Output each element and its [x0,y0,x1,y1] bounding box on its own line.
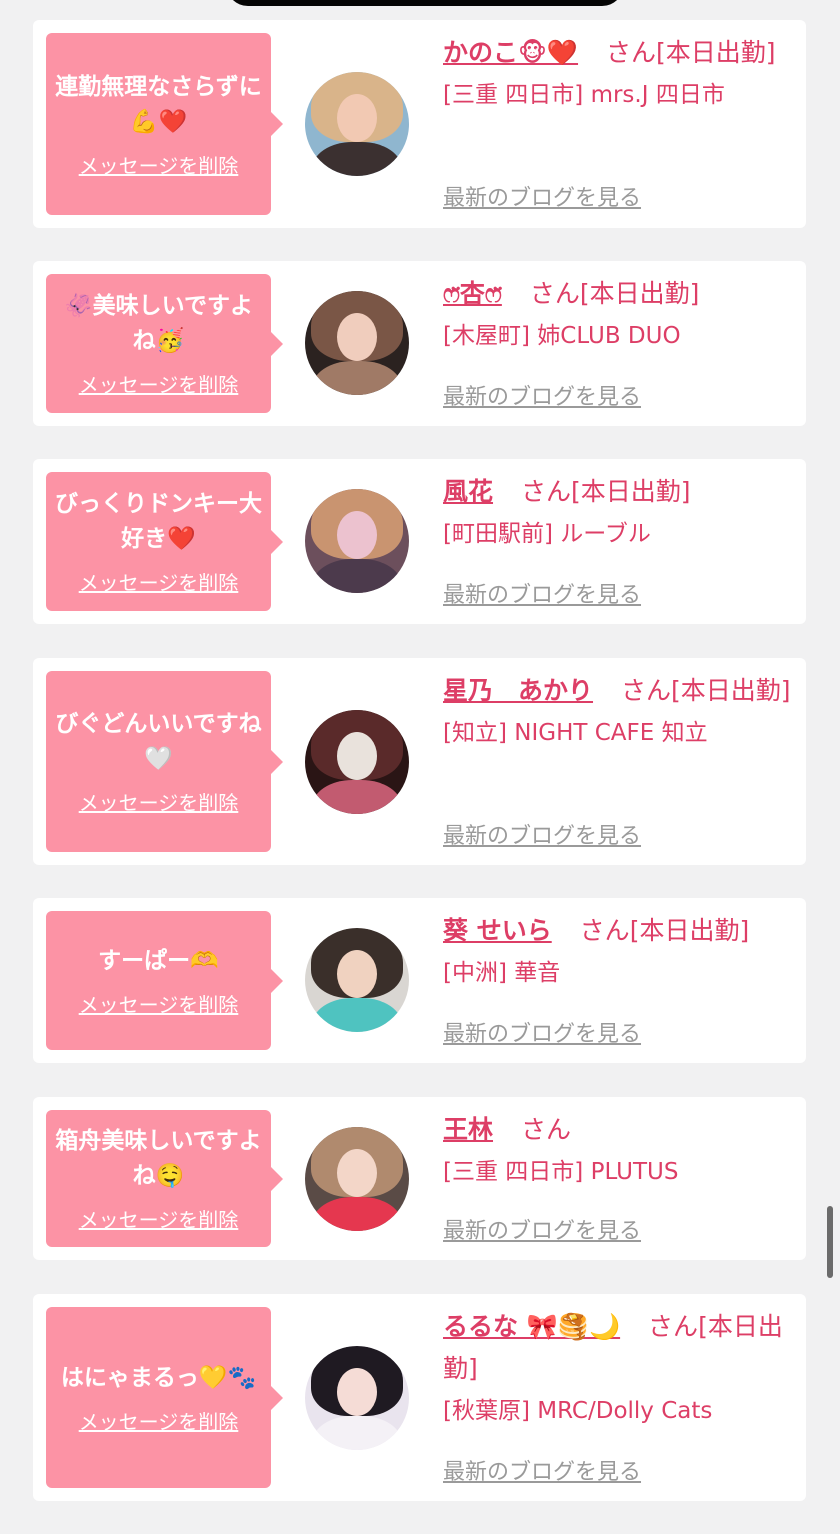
shop-label: [三重 四日市] mrs.J 四日市 [443,82,725,108]
cast-info: 星乃 あかり さん[本日出勤] [知立] NIGHT CAFE 知立 [443,670,795,754]
latest-blog-link[interactable]: 最新のブログを見る [443,180,641,212]
avatar-photo-teal-shirt[interactable] [305,928,409,1032]
delete-message-link[interactable]: メッセージを削除 [79,989,239,1018]
message-bubble: びぐどんいいですね🤍 メッセージを削除 [46,671,283,852]
work-status: [本日出勤] [629,916,750,945]
message-bubble: はにゃまるっ💛🐾 メッセージを削除 [46,1307,283,1488]
cast-info: 葵 せいら さん[本日出勤] [中洲] 華音 [443,910,795,994]
delete-message-link[interactable]: メッセージを削除 [79,1204,239,1233]
avatar-photo-apple[interactable] [305,1127,409,1231]
latest-blog-link[interactable]: 最新のブログを見る [443,577,641,609]
avatar-photo-heart-sticker-face[interactable] [305,291,409,395]
work-status: [本日出勤] [579,279,700,308]
san-suffix: さん [520,477,571,506]
latest-blog-link[interactable]: 最新のブログを見る [443,1016,641,1048]
cast-name-line: かのこ🐵❤️ さん[本日出勤] [443,32,795,74]
avatar-photo-gloved-hands[interactable] [305,710,409,814]
shop-label: [木屋町] 姉CLUB DUO [443,323,681,349]
message-text: すーぱー🫶 [98,947,219,974]
message-text: はにゃまるっ💛🐾 [60,1364,257,1391]
latest-blog-link[interactable]: 最新のブログを見る [443,1213,641,1245]
work-status: [本日出勤] [656,38,776,67]
cast-name-link[interactable]: るるな 🎀🥞🌙 [443,1312,620,1341]
delete-message-link[interactable]: メッセージを削除 [79,1406,239,1435]
san-suffix: さん [620,676,671,705]
shop-label: [町田駅前] ルーブル [443,521,651,547]
cast-name-line: 風花 さん[本日出勤] [443,471,795,513]
message-card: びぐどんいいですね🤍 メッセージを削除 星乃 あかり さん[本日出勤] [知立]… [33,658,806,865]
cast-name-line: るるな 🎀🥞🌙 さん[本日出勤] [443,1306,795,1390]
message-bubble: びっくりドンキー大好き❤️ メッセージを削除 [46,472,283,611]
shop-label: [三重 四日市] PLUTUS [443,1159,679,1185]
cast-info: 王林 さん [三重 四日市] PLUTUS [443,1109,795,1193]
avatar-photo-selfie[interactable] [305,489,409,593]
message-bubble: すーぱー🫶 メッセージを削除 [46,911,283,1050]
delete-message-link[interactable]: メッセージを削除 [79,369,239,398]
shop-label: [秋葉原] MRC/Dolly Cats [443,1398,713,1424]
cast-name-link[interactable]: 葵 せいら [443,916,552,945]
cast-name-line: ෆ̈杏ෆ̈ さん[本日出勤] [443,273,795,315]
cast-name-line: 葵 せいら さん[本日出勤] [443,910,795,952]
san-suffix: さん [529,279,580,308]
cast-name-link[interactable]: かのこ🐵❤️ [443,38,578,67]
message-card: すーぱー🫶 メッセージを削除 葵 せいら さん[本日出勤] [中洲] 華音 最新… [33,898,806,1063]
page-scrollbar[interactable] [827,1206,833,1278]
cast-name-line: 王林 さん [443,1109,795,1151]
message-text: びぐどんいいですね🤍 [55,711,262,772]
latest-blog-link[interactable]: 最新のブログを見る [443,818,641,850]
message-bubble: 連勤無理なさらずに💪❤️ メッセージを削除 [46,33,283,215]
cast-name-link[interactable]: 星乃 あかり [443,676,593,705]
message-card: 🦑美味しいですよね🥳 メッセージを削除 ෆ̈杏ෆ̈ さん[本日出勤] [木屋町]… [33,261,806,426]
shop-label: [知立] NIGHT CAFE 知立 [443,720,708,746]
cast-name-line: 星乃 あかり さん[本日出勤] [443,670,795,712]
cast-info: かのこ🐵❤️ さん[本日出勤] [三重 四日市] mrs.J 四日市 [443,32,795,116]
cast-name-link[interactable]: 王林 [443,1115,493,1144]
message-card: 箱舟美味しいですよね🤤 メッセージを削除 王林 さん [三重 四日市] PLUT… [33,1097,806,1260]
avatar-photo-idol-outfit[interactable] [305,1346,409,1450]
message-text: びっくりドンキー大好き❤️ [55,491,262,552]
message-text: 連勤無理なさらずに💪❤️ [55,73,262,135]
message-card: はにゃまるっ💛🐾 メッセージを削除 るるな 🎀🥞🌙 さん[本日出勤] [秋葉原]… [33,1294,806,1501]
message-bubble: 🦑美味しいですよね🥳 メッセージを削除 [46,274,283,413]
message-bubble: 箱舟美味しいですよね🤤 メッセージを削除 [46,1110,283,1247]
san-suffix: さん [520,1115,571,1144]
cast-name-link[interactable]: ෆ̈杏ෆ̈ [443,279,502,308]
work-status: [本日出勤] [670,676,791,705]
cast-info: 風花 さん[本日出勤] [町田駅前] ルーブル [443,471,795,555]
device-notch [226,0,624,6]
message-card: 連勤無理なさらずに💪❤️ メッセージを削除 かのこ🐵❤️ さん[本日出勤] [三… [33,20,806,228]
message-card: びっくりドンキー大好き❤️ メッセージを削除 風花 さん[本日出勤] [町田駅前… [33,459,806,624]
delete-message-link[interactable]: メッセージを削除 [79,567,239,596]
cast-info: ෆ̈杏ෆ̈ さん[本日出勤] [木屋町] 姉CLUB DUO [443,273,795,357]
work-status: [本日出勤] [570,477,691,506]
san-suffix: さん [606,38,657,67]
shop-label: [中洲] 華音 [443,960,561,986]
message-text: 箱舟美味しいですよね🤤 [55,1128,262,1189]
latest-blog-link[interactable]: 最新のブログを見る [443,1454,641,1486]
avatar-photo-blonde-woman[interactable] [305,72,409,176]
message-text: 🦑美味しいですよね🥳 [64,293,253,354]
delete-message-link[interactable]: メッセージを削除 [79,150,239,179]
cast-info: るるな 🎀🥞🌙 さん[本日出勤] [秋葉原] MRC/Dolly Cats [443,1306,795,1432]
cast-name-link[interactable]: 風花 [443,477,493,506]
san-suffix: さん [648,1312,699,1341]
latest-blog-link[interactable]: 最新のブログを見る [443,379,641,411]
delete-message-link[interactable]: メッセージを削除 [79,787,239,816]
san-suffix: さん [579,916,630,945]
